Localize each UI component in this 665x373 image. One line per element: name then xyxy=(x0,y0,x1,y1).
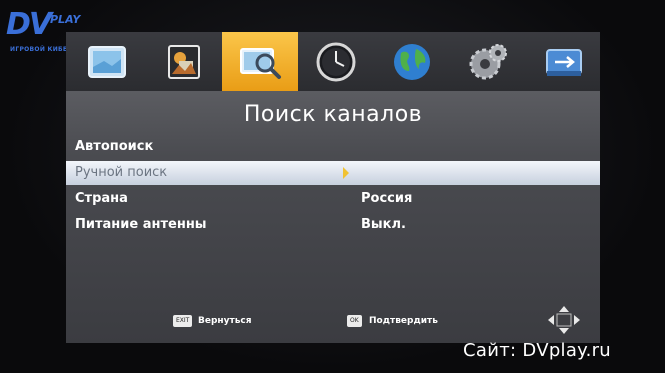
tab-language[interactable] xyxy=(374,32,450,91)
menu-item-country[interactable]: Страна Россия xyxy=(66,187,600,211)
channel-search-icon xyxy=(240,47,281,79)
logo-main: DV xyxy=(6,7,52,42)
back-hint: Вернуться xyxy=(198,316,252,326)
menu-footer: EXIT Вернуться OK Подтвердить xyxy=(66,306,600,334)
country-value[interactable]: Россия xyxy=(361,191,412,206)
menu-item-label: Ручной поиск xyxy=(75,165,168,180)
usb-drive-icon xyxy=(546,48,582,76)
tab-photos[interactable] xyxy=(146,32,222,91)
confirm-hint: Подтвердить xyxy=(369,316,438,326)
tab-channel-search[interactable] xyxy=(222,32,298,91)
tab-usb[interactable] xyxy=(526,32,600,91)
menu-title: Поиск каналов xyxy=(243,102,423,127)
menu-item-label: Автопоиск xyxy=(75,139,154,154)
menu-item-antenna-power[interactable]: Питание антенны Выкл. xyxy=(66,213,600,237)
menu-icon-bar xyxy=(66,32,600,91)
dpad-navigation-icon xyxy=(548,306,580,334)
tab-time[interactable] xyxy=(298,32,374,91)
menu-item-label: Страна xyxy=(75,191,128,206)
globe-icon xyxy=(394,43,430,80)
antenna-power-value[interactable]: Выкл. xyxy=(361,217,406,232)
tab-system[interactable] xyxy=(450,32,526,91)
selection-cursor-icon xyxy=(343,167,349,179)
image-frame-icon xyxy=(88,45,126,78)
tv-menu-screen: Поиск каналов Автопоиск Ручной поиск Стр… xyxy=(66,32,600,343)
exit-key-icon[interactable]: EXIT xyxy=(173,315,193,327)
ok-key-icon[interactable]: OK xyxy=(347,315,362,327)
photos-icon xyxy=(168,44,200,79)
site-watermark: Сайт: DVplay.ru xyxy=(463,340,611,361)
menu-item-manual-search[interactable]: Ручной поиск xyxy=(66,161,600,185)
clock-icon xyxy=(316,42,356,81)
menu-item-auto-search[interactable]: Автопоиск xyxy=(66,135,600,159)
logo-sub: PLAY xyxy=(50,13,81,26)
settings-gears-icon xyxy=(469,43,507,79)
menu-item-label: Питание антенны xyxy=(75,217,207,232)
tab-picture[interactable] xyxy=(69,32,145,91)
